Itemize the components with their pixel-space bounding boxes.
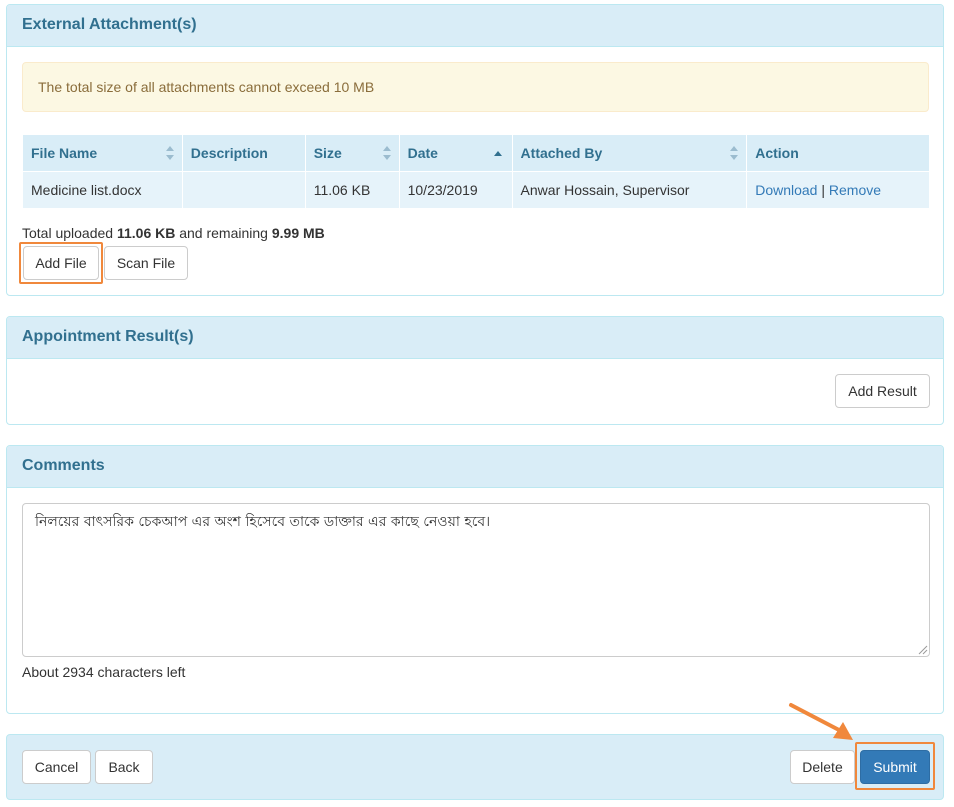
sort-ascending-icon [493, 151, 502, 156]
column-header-file-name[interactable]: File Name [22, 134, 183, 172]
sort-icon [730, 146, 739, 160]
remaining-size: 9.99 MB [271, 225, 325, 241]
cancel-button[interactable]: Cancel [22, 750, 91, 784]
table-row: Medicine list.docx 11.06 KB 10/23/2019 A… [22, 171, 930, 209]
comments-title: Comments [7, 446, 943, 488]
action-separator: | [821, 182, 825, 198]
sort-icon [382, 146, 391, 160]
characters-left-counter: About 2934 characters left [22, 664, 186, 680]
column-header-attached-by[interactable]: Attached By [511, 134, 748, 172]
appointment-results-title: Appointment Result(s) [7, 317, 943, 359]
delete-button[interactable]: Delete [790, 750, 855, 784]
column-header-action: Action [746, 134, 930, 172]
attachments-table: File Name Description Size Date Attached… [22, 134, 930, 209]
uploaded-size: 11.06 KB [116, 225, 176, 241]
cell-description [181, 171, 306, 209]
column-header-description: Description [181, 134, 306, 172]
scan-file-button[interactable]: Scan File [104, 246, 188, 280]
external-attachments-panel: External Attachment(s) The total size of… [6, 4, 944, 296]
column-header-date[interactable]: Date [398, 134, 513, 172]
attachments-header-row: File Name Description Size Date Attached… [22, 134, 930, 172]
add-result-button[interactable]: Add Result [835, 374, 930, 408]
appointment-results-panel: Appointment Result(s) Add Result [6, 316, 944, 425]
add-file-button[interactable]: Add File [23, 246, 99, 280]
column-header-size[interactable]: Size [304, 134, 400, 172]
comments-textarea[interactable] [22, 503, 930, 657]
remove-link[interactable]: Remove [829, 182, 881, 198]
resize-grip-icon[interactable] [918, 645, 928, 655]
external-attachments-title: External Attachment(s) [7, 5, 943, 47]
back-button[interactable]: Back [95, 750, 153, 784]
cell-file-name: Medicine list.docx [22, 171, 183, 209]
cell-attached-by: Anwar Hossain, Supervisor [511, 171, 748, 209]
upload-summary: Total uploaded 11.06 KB and remaining 9.… [22, 225, 325, 241]
cell-action: Download | Remove [746, 171, 930, 209]
comments-panel: Comments About 2934 characters left [6, 445, 944, 714]
attachment-size-alert: The total size of all attachments cannot… [22, 62, 929, 112]
submit-button[interactable]: Submit [860, 750, 930, 784]
cell-date: 10/23/2019 [398, 171, 513, 209]
download-link[interactable]: Download [755, 182, 817, 198]
cell-size: 11.06 KB [304, 171, 400, 209]
sort-icon [165, 146, 174, 160]
pointer-arrow-icon [789, 703, 853, 740]
